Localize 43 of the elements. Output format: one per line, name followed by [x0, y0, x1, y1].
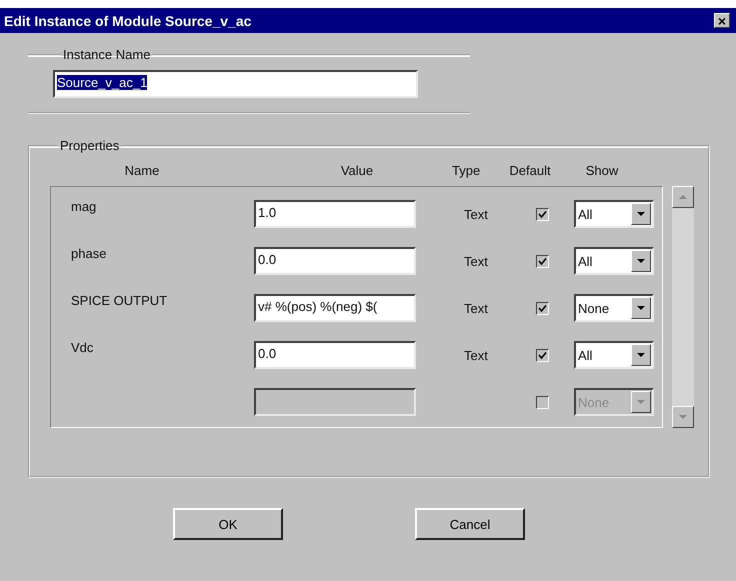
ok-button[interactable]: OK [173, 508, 283, 540]
dropdown-arrow-icon [637, 353, 645, 357]
value-field[interactable]: v# %(pos) %(neg) $( [254, 294, 416, 322]
property-type: Text [464, 254, 488, 268]
column-header: Value [340, 163, 374, 178]
field-value: Source_v_ac_1 [57, 75, 148, 90]
down-arrow-icon [679, 415, 687, 419]
scroll-up-button[interactable] [672, 186, 694, 208]
scrollbar[interactable] [672, 186, 694, 428]
property-name: phase [71, 246, 106, 261]
property-name: SPICE OUTPUT [71, 293, 168, 308]
group-label: Properties [59, 138, 120, 153]
property-type: Text [464, 206, 488, 222]
window-title: Edit Instance of Module Source_v_ac [4, 12, 252, 28]
up-arrow-icon [679, 195, 687, 199]
default-checkbox[interactable] [536, 208, 548, 220]
default-checkbox[interactable] [536, 348, 548, 362]
show-dropdown[interactable]: All [574, 341, 654, 369]
dropdown-arrow-icon [637, 212, 645, 216]
scroll-down-button[interactable] [672, 406, 694, 428]
input-field[interactable]: Source_v_ac_1 [53, 70, 418, 98]
column-header: Show [584, 163, 620, 178]
dropdown-arrow-icon [637, 259, 645, 263]
dropdown-arrow-icon [637, 400, 645, 404]
property-name: Vdc [71, 340, 94, 355]
cancel-button[interactable]: Cancel [415, 508, 525, 540]
default-checkbox[interactable] [536, 302, 548, 314]
value-field[interactable]: 0.0 [254, 247, 416, 275]
close-button[interactable]: × [714, 13, 730, 28]
column-header: Name [124, 163, 160, 178]
value-field[interactable]: 0.0 [254, 341, 416, 369]
show-dropdown[interactable]: All [574, 247, 654, 275]
dropdown-arrow-icon [637, 306, 645, 310]
column-header: Type [452, 163, 482, 178]
property-type: Text [464, 300, 488, 316]
property-type: Text [464, 348, 488, 362]
show-dropdown[interactable]: All [574, 200, 654, 228]
default-checkbox[interactable] [536, 254, 548, 268]
group-label: Instance Name [62, 47, 152, 62]
value-field[interactable]: 1.0 [254, 200, 416, 228]
property-name: mag [71, 199, 96, 214]
show-dropdown[interactable]: None [574, 294, 654, 322]
column-header: Default [508, 163, 552, 178]
